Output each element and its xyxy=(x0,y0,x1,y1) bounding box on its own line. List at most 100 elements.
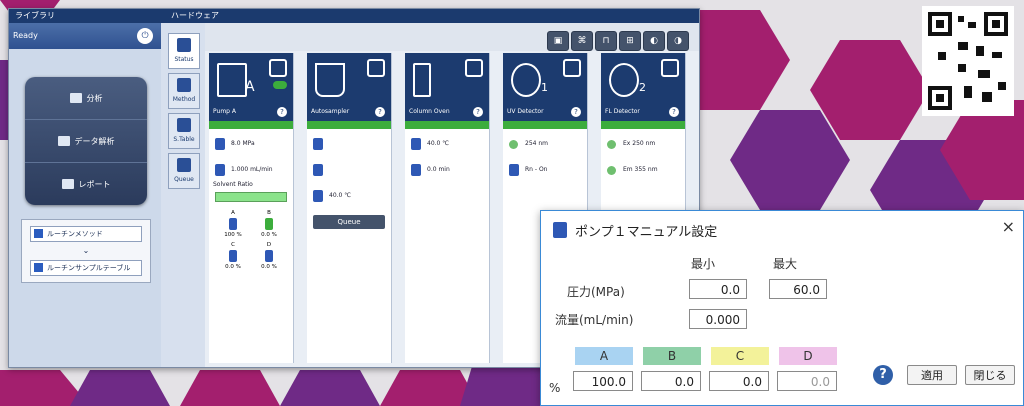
network-icon[interactable]: ⌘ xyxy=(571,31,593,51)
gear-icon[interactable] xyxy=(269,59,287,77)
bottle-icon xyxy=(229,250,237,262)
module-column-oven: Column Oven ? 40.0 ℃ 0.0 min xyxy=(405,53,490,363)
queue-icon xyxy=(177,158,191,172)
nav-report[interactable]: レポート xyxy=(25,163,147,205)
module-autosampler: Autosampler ? 40.0 ℃ Queue xyxy=(307,53,392,363)
solvent-value: 0.0 % xyxy=(261,264,277,270)
oven-icon[interactable]: ⊞ xyxy=(619,31,641,51)
status-strip xyxy=(601,121,685,129)
solvent-b: B 0.0 % xyxy=(251,210,287,238)
detector-number: 1 xyxy=(541,81,548,94)
lamp-row: Rn - On xyxy=(503,159,587,181)
pump-icon xyxy=(553,222,567,238)
temp-row: 40.0 ℃ xyxy=(307,185,391,207)
chart-icon xyxy=(69,93,82,103)
nav-label: レポート xyxy=(78,179,111,189)
gear-icon[interactable] xyxy=(465,59,483,77)
help-icon[interactable]: ? xyxy=(873,365,893,385)
detector2-icon[interactable]: ◑ xyxy=(667,31,689,51)
tab-label: S.Table xyxy=(173,136,195,143)
bottle-icon xyxy=(265,250,273,262)
routine-sample-table-button[interactable]: ルーチンサンプルテーブル xyxy=(30,260,142,276)
module-header: Autosampler ? xyxy=(307,53,391,121)
temp-row: 40.0 ℃ xyxy=(405,133,489,155)
help-icon[interactable]: ? xyxy=(571,107,581,117)
flow-value: 1.000 mL/min xyxy=(231,166,273,173)
row-value: 254 nm xyxy=(525,140,549,147)
solvent-a: A 100 % xyxy=(215,210,251,238)
nav-data-analysis[interactable]: データ解析 xyxy=(25,120,147,163)
help-icon[interactable]: ? xyxy=(669,107,679,117)
lamp-icon xyxy=(607,140,616,149)
solvent-ratio-bar xyxy=(215,192,287,202)
lamp-icon xyxy=(607,166,616,175)
data-icon xyxy=(57,136,70,146)
row-value: 40.0 ℃ xyxy=(427,140,450,147)
status-strip xyxy=(209,121,293,129)
flow-field[interactable]: 0.000 xyxy=(689,309,747,329)
solvent-d-field[interactable]: 0.0 xyxy=(777,371,837,391)
row-value: Em 355 nm xyxy=(623,166,658,173)
needle-icon xyxy=(313,164,323,176)
module-name: Pump A xyxy=(213,108,236,115)
help-icon[interactable]: ? xyxy=(375,107,385,117)
tab-stable[interactable]: S.Table xyxy=(168,113,200,149)
tab-queue[interactable]: Queue xyxy=(168,153,200,189)
apply-button[interactable]: 適用 xyxy=(907,365,957,385)
module-name: UV Detector xyxy=(507,108,544,115)
solvent-a-label: A xyxy=(575,347,633,365)
left-panel-title: ライブラリ xyxy=(9,9,161,23)
status-bar: Ready ⏻ xyxy=(9,23,161,49)
toggle-switch[interactable] xyxy=(273,81,287,89)
tab-status[interactable]: Status xyxy=(168,33,200,69)
solvent-value: 0.0 % xyxy=(261,232,277,238)
table-icon xyxy=(177,118,191,132)
gear-icon[interactable] xyxy=(661,59,679,77)
status-strip xyxy=(503,121,587,129)
tab-label: Queue xyxy=(174,176,194,183)
solvent-grid: A 100 % B 0.0 % C 0.0 % D 0.0 % xyxy=(209,206,293,274)
gear-icon[interactable] xyxy=(563,59,581,77)
nav-label: データ解析 xyxy=(74,136,115,146)
pressure-max-field[interactable]: 60.0 xyxy=(769,279,827,299)
flow-row: 1.000 mL/min xyxy=(209,159,293,181)
gear-icon[interactable] xyxy=(367,59,385,77)
solvent-letter: A xyxy=(231,210,235,216)
solvent-c-field[interactable]: 0.0 xyxy=(709,371,769,391)
module-pump-a: A Pump A ? 8.0 MPa 1.000 mL/min Solvent … xyxy=(209,53,294,363)
nav-analysis[interactable]: 分析 xyxy=(25,77,147,120)
solvent-letter: B xyxy=(267,210,271,216)
instrument-icon[interactable]: ⏻ xyxy=(137,28,153,44)
percent-label: % xyxy=(549,381,561,395)
dialog-title: ポンプ１マニュアル設定 xyxy=(575,225,718,240)
pump-icon[interactable]: ⊓ xyxy=(595,31,617,51)
solvent-a-field[interactable]: 100.0 xyxy=(573,371,633,391)
pressure-icon xyxy=(215,138,225,150)
detector-icon xyxy=(609,63,639,97)
pressure-min-field[interactable]: 0.0 xyxy=(689,279,747,299)
queue-button[interactable]: Queue xyxy=(313,215,385,229)
solvent-ratio-label: Solvent Ratio xyxy=(213,181,253,188)
wavelength-row: 254 nm xyxy=(503,133,587,155)
module-header: 2 FL Detector ? xyxy=(601,53,685,121)
monitor-icon[interactable]: ▣ xyxy=(547,31,569,51)
help-icon[interactable]: ? xyxy=(473,107,483,117)
flow-icon xyxy=(215,164,225,176)
detector-icon[interactable]: ◐ xyxy=(643,31,665,51)
detector-icon xyxy=(511,63,541,97)
time-row: 0.0 min xyxy=(405,159,489,181)
hourglass-icon xyxy=(411,164,421,176)
pressure-label: 圧力(MPa) xyxy=(567,285,625,299)
routine-method-button[interactable]: ルーチンメソッド xyxy=(30,226,142,242)
help-icon[interactable]: ? xyxy=(277,107,287,117)
pump-manual-dialog: ポンプ１マニュアル設定 × 最小 最大 圧力(MPa) 0.0 60.0 流量(… xyxy=(540,210,1024,406)
bottle-icon xyxy=(229,218,237,230)
close-icon[interactable]: × xyxy=(1002,217,1015,236)
solvent-d: D 0.0 % xyxy=(251,242,287,270)
flow-label: 流量(mL/min) xyxy=(555,313,634,327)
pressure-value: 8.0 MPa xyxy=(231,140,255,147)
vial-row xyxy=(307,133,391,155)
tab-method[interactable]: Method xyxy=(168,73,200,109)
close-button[interactable]: 閉じる xyxy=(965,365,1015,385)
solvent-b-field[interactable]: 0.0 xyxy=(641,371,701,391)
